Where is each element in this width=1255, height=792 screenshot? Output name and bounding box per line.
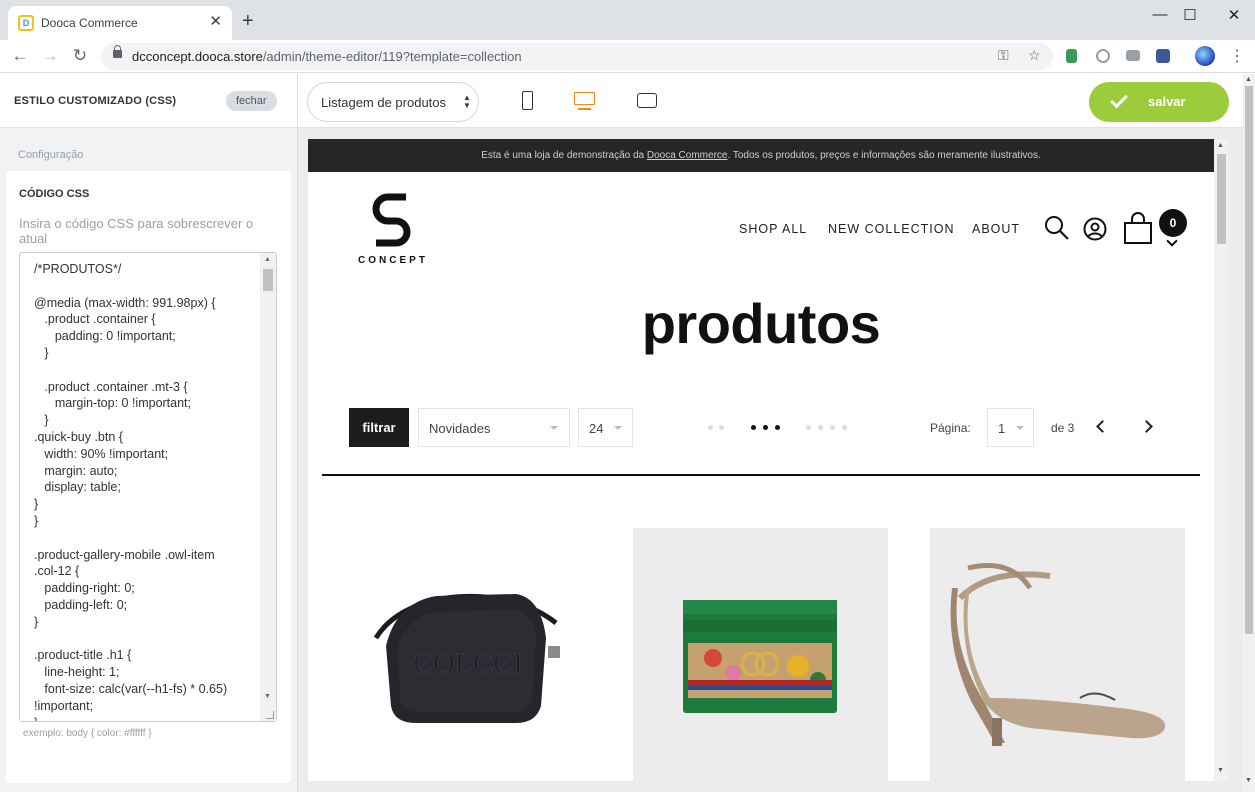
announcement-text: Esta é uma loja de demonstração da xyxy=(481,150,647,161)
code-scrollbar[interactable]: ▲ ▼ xyxy=(260,253,276,721)
per-page-value: 24 xyxy=(589,421,604,436)
css-code-title: CÓDIGO CSS xyxy=(19,188,90,200)
css-panel-title: ESTILO CUSTOMIZADO (CSS) xyxy=(14,95,177,107)
save-button[interactable]: salvar xyxy=(1089,82,1229,122)
preview-scrollbar[interactable]: ▲ ▼ xyxy=(1214,139,1228,781)
page-total-label: de 3 xyxy=(1051,421,1075,435)
product-card-taupe-pump[interactable] xyxy=(930,528,1185,781)
url-text[interactable]: dcconcept.dooca.store/admin/theme-editor… xyxy=(132,49,522,64)
mobile-view-icon[interactable] xyxy=(516,90,540,112)
sort-select[interactable]: Novidades xyxy=(418,408,570,447)
tab-title: Dooca Commerce xyxy=(41,16,138,30)
search-icon[interactable] xyxy=(1044,215,1070,241)
camera-icon[interactable] xyxy=(1126,50,1140,61)
chevron-down-icon xyxy=(614,426,622,430)
taupe-ankle-strap-pump-image xyxy=(950,563,1166,746)
nav-shop-all[interactable]: SHOP ALL xyxy=(739,222,807,236)
resize-handle-icon[interactable] xyxy=(266,711,274,719)
save-label: salvar xyxy=(1148,94,1186,109)
scroll-up-icon[interactable]: ▲ xyxy=(264,256,271,263)
forward-icon[interactable]: → xyxy=(40,46,60,66)
cart-bag-icon[interactable] xyxy=(1122,211,1154,245)
fullscreen-icon[interactable] xyxy=(636,90,660,112)
extension-book-icon[interactable] xyxy=(1066,49,1077,63)
page-select-value: 1 xyxy=(998,421,1006,436)
template-select[interactable]: Listagem de produtos ▲ ▼ xyxy=(307,82,479,122)
css-code-textarea[interactable]: /*PRODUTOS*/ @media (max-width: 991.98px… xyxy=(19,252,277,722)
browser-tab-bar: D Dooca Commerce ✕ + — ☐ ✕ xyxy=(0,0,1255,40)
product-card-black-bag[interactable]: COLCCI xyxy=(336,528,591,781)
code-scroll-thumb[interactable] xyxy=(263,269,273,291)
close-panel-button[interactable]: fechar xyxy=(226,91,277,111)
store-preview-frame: Esta é uma loja de demonstração da Dooca… xyxy=(308,139,1214,781)
template-select-value: Listagem de produtos xyxy=(321,95,447,110)
page-scrollbar[interactable]: ▲ ▼ xyxy=(1243,74,1255,792)
extension-refresh-icon[interactable] xyxy=(1096,49,1110,63)
lock-icon xyxy=(113,45,122,58)
nav-new-collection[interactable]: NEW COLLECTION xyxy=(828,222,955,236)
extension-shield-icon[interactable] xyxy=(1156,49,1170,63)
preview-scroll-up-icon[interactable]: ▲ xyxy=(1217,142,1224,149)
back-icon[interactable]: ← xyxy=(10,46,30,66)
account-icon[interactable] xyxy=(1083,217,1107,241)
announcement-bar: Esta é uma loja de demonstração da Dooca… xyxy=(308,139,1214,172)
browser-toolbar: ← → ↻ dcconcept.dooca.store/admin/theme-… xyxy=(0,40,1255,73)
page-label: Página: xyxy=(930,421,971,435)
browser-tab[interactable]: D Dooca Commerce ✕ xyxy=(8,6,232,40)
cart-count-badge[interactable]: 0 xyxy=(1159,209,1187,237)
concept-logo-mark-icon xyxy=(372,193,411,247)
new-tab-icon[interactable]: + xyxy=(242,11,254,31)
reload-icon[interactable]: ↻ xyxy=(70,46,90,66)
logo-text: CONCEPT xyxy=(358,255,428,266)
minimize-icon[interactable]: — xyxy=(1150,6,1170,23)
css-help-text: Insira o código CSS para sobrescrever o … xyxy=(19,216,254,246)
announcement-link[interactable]: Dooca Commerce xyxy=(647,150,728,161)
star-icon[interactable]: ☆ xyxy=(1028,47,1041,64)
css-code-content[interactable]: /*PRODUTOS*/ @media (max-width: 991.98px… xyxy=(20,261,260,721)
black-crossbody-bag-image: COLCCI xyxy=(373,593,560,723)
key-icon[interactable]: ⚿ xyxy=(998,47,1009,64)
scroll-down-icon[interactable]: ▼ xyxy=(264,693,271,700)
toolbar-divider xyxy=(322,474,1200,476)
css-editor-panel: ESTILO CUSTOMIZADO (CSS) fechar Configur… xyxy=(0,74,298,792)
select-arrows-icon: ▲ ▼ xyxy=(463,93,471,110)
check-icon xyxy=(1110,90,1128,109)
page-scroll-thumb[interactable] xyxy=(1245,86,1253,634)
chevron-down-icon xyxy=(550,426,558,430)
green-gg-card-holder-image xyxy=(683,600,837,713)
next-page-icon[interactable] xyxy=(1140,420,1153,433)
css-panel-header: ESTILO CUSTOMIZADO (CSS) fechar xyxy=(0,74,297,128)
configuration-label: Configuração xyxy=(18,149,84,161)
profile-avatar[interactable] xyxy=(1195,46,1215,66)
css-code-card: CÓDIGO CSS Insira o código CSS para sobr… xyxy=(6,171,291,783)
address-bar[interactable]: dcconcept.dooca.store/admin/theme-editor… xyxy=(101,43,1053,70)
preview-scroll-down-icon[interactable]: ▼ xyxy=(1217,767,1224,774)
page-select[interactable]: 1 xyxy=(987,408,1034,447)
page-title: produtos xyxy=(641,292,881,355)
previous-page-icon[interactable] xyxy=(1096,420,1109,433)
window-close-icon[interactable]: ✕ xyxy=(1224,6,1244,24)
editor-topbar: Listagem de produtos ▲ ▼ salvar xyxy=(298,74,1255,128)
filter-button[interactable]: filtrar xyxy=(349,408,409,447)
preview-scroll-thumb[interactable] xyxy=(1217,154,1226,244)
store-logo[interactable]: CONCEPT xyxy=(353,191,433,271)
maximize-icon[interactable]: ☐ xyxy=(1180,6,1200,24)
css-example-text: exemplo: body { color: #ffffff } xyxy=(23,728,152,739)
dooca-favicon-icon: D xyxy=(18,15,34,31)
svg-text:COLCCI: COLCCI xyxy=(413,647,523,680)
close-tab-icon[interactable]: ✕ xyxy=(209,14,222,30)
chevron-down-icon xyxy=(1016,426,1024,430)
sort-select-value: Novidades xyxy=(429,421,491,436)
cart-chevron-down-icon[interactable] xyxy=(1166,235,1178,247)
page-scroll-down-icon[interactable]: ▼ xyxy=(1245,777,1252,784)
browser-menu-icon[interactable]: ⋮ xyxy=(1229,46,1245,66)
announcement-text-end: . Todos os produtos, preços e informaçõe… xyxy=(727,150,1041,161)
product-card-green-wallet[interactable] xyxy=(633,528,888,781)
nav-about[interactable]: ABOUT xyxy=(972,222,1020,236)
desktop-view-icon[interactable] xyxy=(573,90,597,112)
per-page-select[interactable]: 24 xyxy=(578,408,633,447)
page-scroll-up-icon[interactable]: ▲ xyxy=(1245,76,1252,83)
